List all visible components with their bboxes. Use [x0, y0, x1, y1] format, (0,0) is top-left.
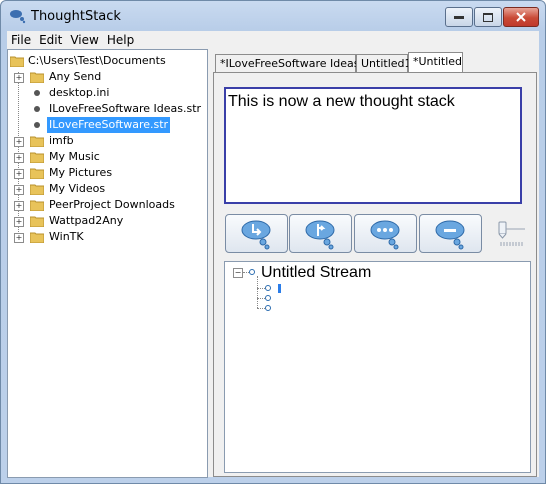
tree-item-selected[interactable]: ILoveFreeSoftware.str [8, 117, 204, 133]
expand-icon[interactable]: + [14, 217, 24, 227]
more-button[interactable] [354, 214, 417, 253]
collapse-icon[interactable]: − [233, 268, 243, 278]
tree-item-label: Any Send [49, 70, 102, 83]
tree-item-label: My Videos [49, 182, 106, 195]
folder-icon [30, 216, 44, 227]
add-sibling-button[interactable] [289, 214, 352, 253]
folder-icon [30, 136, 44, 147]
tree-item[interactable]: + Wattpad2Any [8, 213, 204, 229]
menu-help[interactable]: Help [103, 31, 138, 47]
tree-item-label: desktop.ini [49, 86, 110, 99]
file-bullet-icon [34, 122, 40, 128]
tree-item-label: Wattpad2Any [49, 214, 124, 227]
menu-bar: File Edit View Help [7, 31, 539, 49]
app-logo-icon [10, 10, 26, 24]
tree-connector [257, 276, 258, 308]
expand-icon[interactable]: + [14, 169, 24, 179]
tree-item[interactable]: + My Music [8, 149, 204, 165]
expand-icon[interactable]: + [14, 233, 24, 243]
maximize-button[interactable] [474, 7, 502, 27]
minimize-icon [454, 16, 464, 19]
tree-connector [257, 308, 265, 309]
expand-icon[interactable]: + [14, 137, 24, 147]
tree-item[interactable]: ILoveFreeSoftware Ideas.str [8, 101, 204, 117]
folder-icon [30, 168, 44, 179]
add-sibling-icon [305, 220, 335, 250]
folder-icon [30, 200, 44, 211]
tree-item-label: My Music [49, 150, 100, 163]
tree-item[interactable]: + imfb [8, 133, 204, 149]
close-button[interactable] [503, 7, 539, 27]
tree-connector [257, 288, 265, 289]
folder-icon [30, 184, 44, 195]
tree-item[interactable]: + PeerProject Downloads [8, 197, 204, 213]
zoom-slider[interactable] [497, 218, 527, 248]
folder-icon [30, 72, 44, 83]
file-bullet-icon [34, 106, 40, 112]
tab-panel: This is now a new thought stack − Untitl… [213, 72, 537, 477]
menu-view[interactable]: View [66, 31, 102, 47]
tree-item[interactable]: desktop.ini [8, 85, 204, 101]
expand-icon[interactable]: + [14, 185, 24, 195]
stream-node-icon [249, 269, 255, 275]
remove-icon [435, 220, 465, 250]
remove-button[interactable] [419, 214, 482, 253]
tree-item-label: ILoveFreeSoftware.str [47, 117, 171, 133]
stream-title[interactable]: Untitled Stream [261, 264, 371, 282]
tree-item-label: My Pictures [49, 166, 113, 179]
tab-untitled1[interactable]: Untitled1 [356, 54, 412, 72]
tree-item[interactable]: + My Pictures [8, 165, 204, 181]
file-bullet-icon [34, 90, 40, 96]
tree-item-label: imfb [49, 134, 74, 147]
menu-edit[interactable]: Edit [35, 31, 66, 47]
window-title: ThoughtStack [31, 9, 121, 24]
expand-icon[interactable]: + [14, 201, 24, 211]
thought-node-icon[interactable] [265, 295, 271, 301]
minimize-button[interactable] [445, 7, 473, 27]
folder-icon [30, 232, 44, 243]
file-tree-pane[interactable]: C:\Users\Test\Documents + Any Send deskt… [7, 49, 208, 478]
close-icon [516, 12, 526, 22]
expand-icon[interactable]: + [14, 153, 24, 163]
tab-ilovefreesoftware-ideas[interactable]: *ILoveFreeSoftware Ideas [215, 54, 359, 72]
add-child-icon [241, 220, 271, 250]
expand-icon[interactable]: + [14, 73, 24, 83]
tree-item[interactable]: + My Videos [8, 181, 204, 197]
stack-area: *ILoveFreeSoftware Ideas Untitled1 *Unti… [208, 49, 539, 477]
thought-node-icon[interactable] [265, 285, 271, 291]
maximize-icon [483, 12, 493, 22]
tree-item[interactable]: + WinTK [8, 229, 204, 245]
thought-node-icon[interactable] [265, 305, 271, 311]
folder-icon [30, 152, 44, 163]
tab-untitled[interactable]: *Untitled [408, 52, 463, 73]
more-icon [370, 220, 400, 250]
title-bar[interactable]: ThoughtStack [1, 1, 545, 31]
stream-tree-pane[interactable]: − Untitled Stream [224, 261, 531, 473]
tree-item-label: ILoveFreeSoftware Ideas.str [49, 102, 202, 115]
add-child-button[interactable] [225, 214, 288, 253]
menu-file[interactable]: File [7, 31, 35, 47]
thought-editor[interactable]: This is now a new thought stack [224, 87, 522, 204]
tree-root-label: C:\Users\Test\Documents [28, 54, 166, 67]
tree-item[interactable]: + Any Send [8, 69, 204, 85]
folder-icon [10, 56, 24, 67]
tree-connector [257, 298, 265, 299]
app-window: ThoughtStack File Edit View Help C:\Users\T… [0, 0, 546, 484]
edit-caret [278, 284, 281, 293]
tree-item-label: PeerProject Downloads [49, 198, 175, 211]
tree-item-label: WinTK [49, 230, 84, 243]
